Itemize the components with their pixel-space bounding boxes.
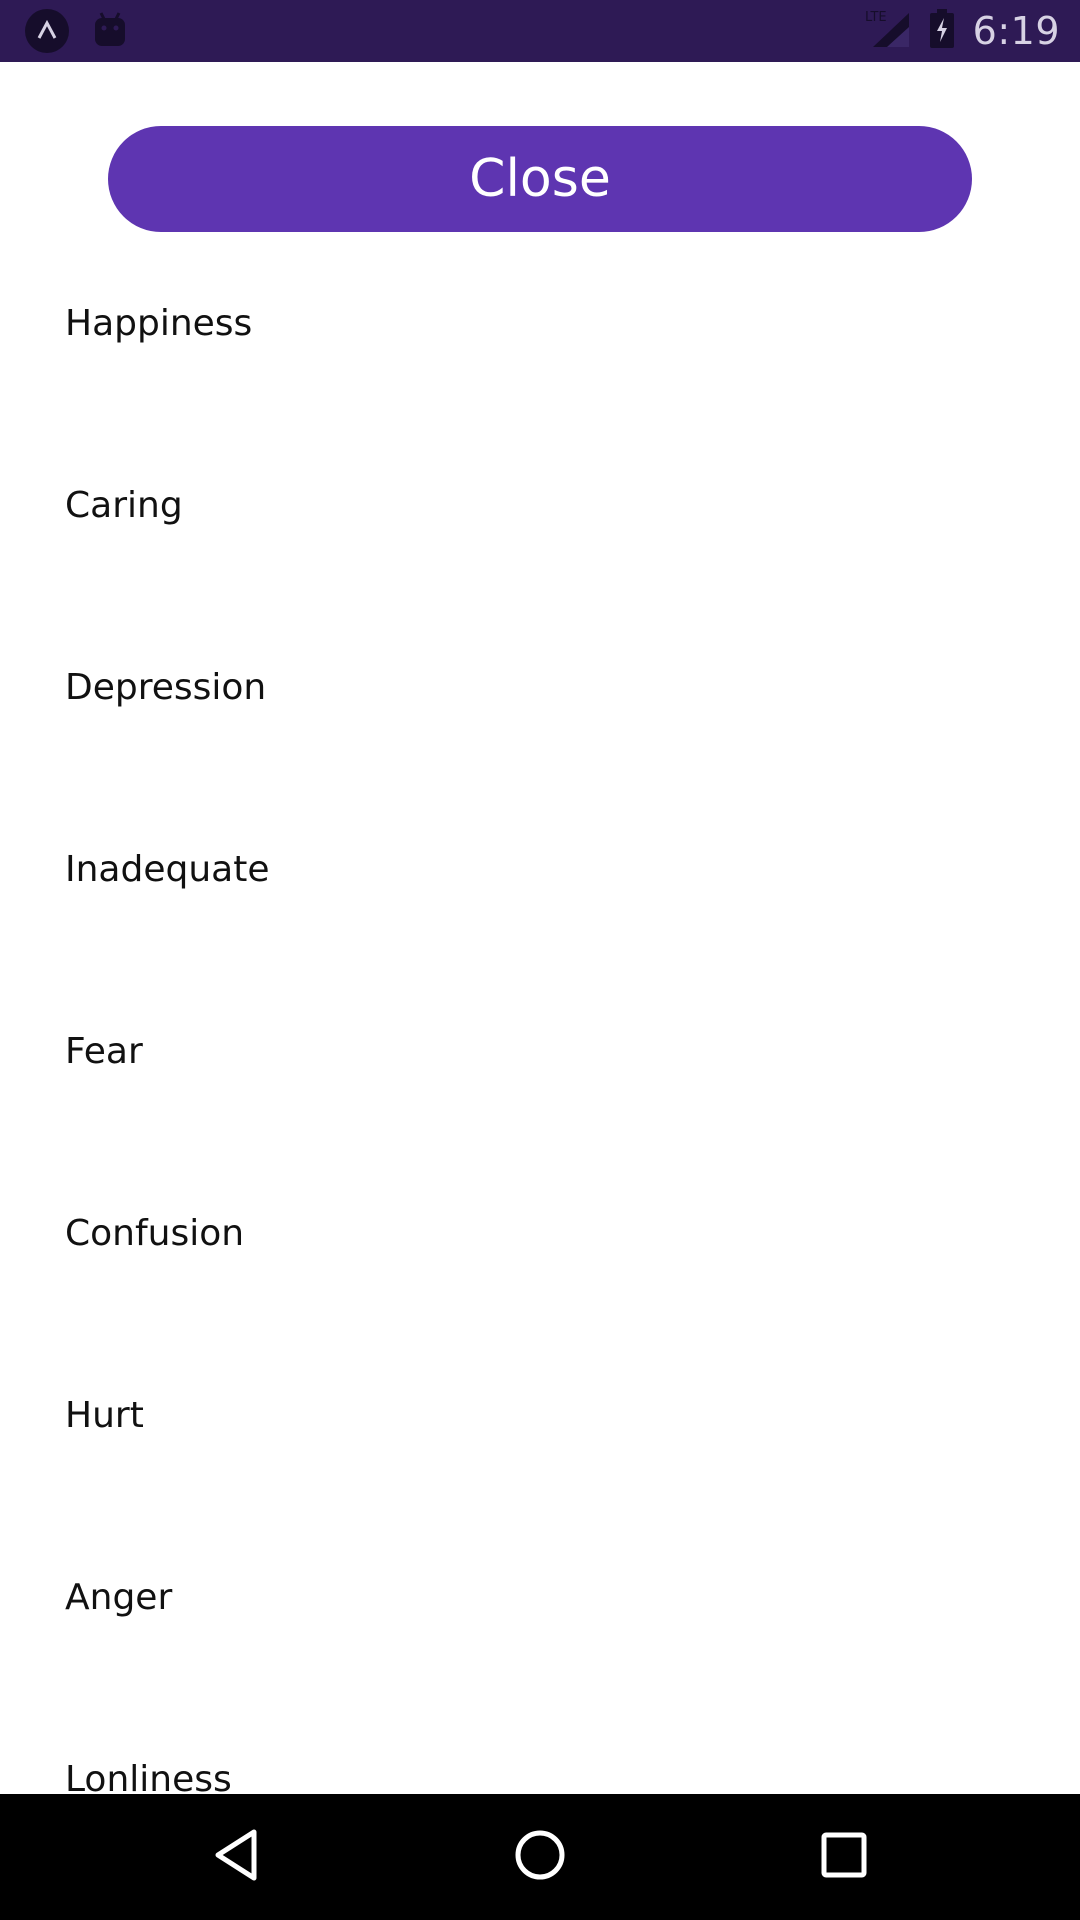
recents-button[interactable] — [764, 1794, 924, 1920]
list-item-anger[interactable]: Anger — [0, 1506, 1080, 1688]
back-button[interactable] — [156, 1794, 316, 1920]
list-item-inadequate[interactable]: Inadequate — [0, 778, 1080, 960]
list-item-label: Happiness — [65, 303, 253, 344]
home-icon — [513, 1828, 567, 1887]
list-item-happiness[interactable]: Happiness — [0, 232, 1080, 414]
list-item-label: Anger — [65, 1577, 173, 1618]
home-button[interactable] — [460, 1794, 620, 1920]
list-item-label: Fear — [65, 1031, 143, 1072]
list-item-label: Hurt — [65, 1395, 144, 1436]
list-item-label: Confusion — [65, 1213, 245, 1254]
list-item-label: Depression — [65, 667, 267, 708]
svg-text:LTE: LTE — [865, 10, 887, 25]
android-debug-icon — [92, 10, 128, 55]
close-button[interactable]: Close — [108, 126, 972, 232]
status-bar: LTE 6:19 — [0, 0, 1080, 62]
battery-charging-icon — [929, 8, 955, 54]
list-item-label: Caring — [65, 485, 183, 526]
list-item-label: Inadequate — [65, 849, 270, 890]
app-launcher-icon — [24, 8, 70, 59]
emotion-list: Happiness Caring Depression Inadequate F… — [0, 232, 1080, 1794]
list-item-label: Lonliness — [65, 1759, 232, 1794]
recents-icon — [820, 1831, 868, 1884]
list-item-hurt[interactable]: Hurt — [0, 1324, 1080, 1506]
status-right-group: LTE 6:19 — [865, 0, 1060, 62]
navigation-bar — [0, 1794, 1080, 1920]
screen: LTE 6:19 Close Happiness Caring Depressi… — [0, 0, 1080, 1920]
lte-signal-icon: LTE — [865, 9, 911, 54]
list-item-fear[interactable]: Fear — [0, 960, 1080, 1142]
list-item-depression[interactable]: Depression — [0, 596, 1080, 778]
list-item-confusion[interactable]: Confusion — [0, 1142, 1080, 1324]
back-icon — [211, 1828, 261, 1887]
list-item-caring[interactable]: Caring — [0, 414, 1080, 596]
list-item-lonliness[interactable]: Lonliness — [0, 1688, 1080, 1794]
status-time: 6:19 — [972, 9, 1060, 53]
